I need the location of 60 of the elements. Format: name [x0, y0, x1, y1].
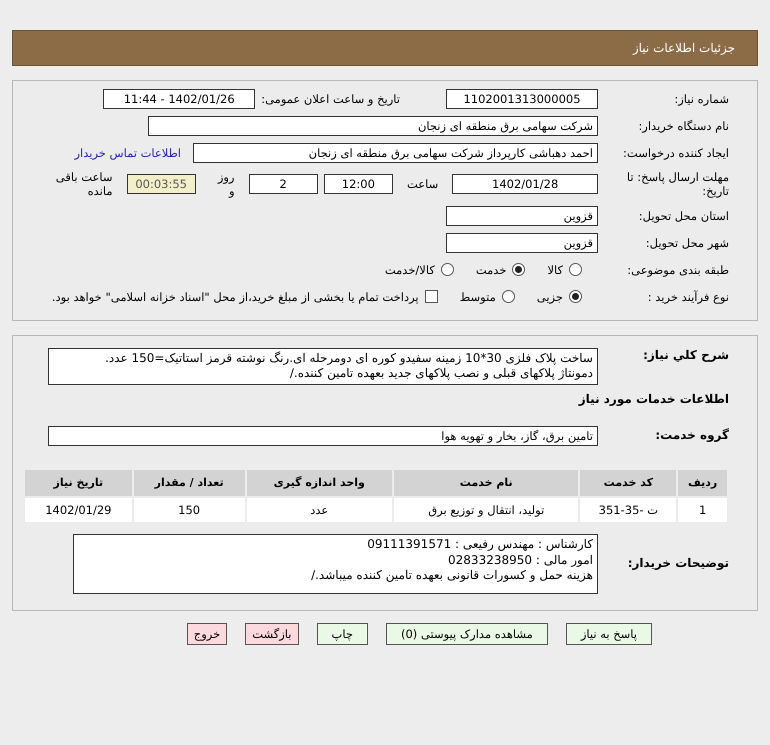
table-cell: عدد: [246, 498, 392, 522]
radio-label: جزیی: [536, 290, 563, 304]
field-label: شهر محل تحویل:: [644, 236, 729, 250]
creator-field: احمد دهباشی کارپرداز شرکت سهامی برق منطقه ای زنجان: [193, 143, 598, 163]
service-group-field: تامین برق، گاز، بخار و تهویه هوا: [48, 426, 598, 446]
deadline-date-field: 1402/01/28: [452, 174, 598, 194]
field-label: تاریخ و ساعت اعلان عمومی:: [261, 92, 400, 106]
radio-label: کالا: [547, 262, 563, 277]
action-button[interactable]: بازگشت: [245, 622, 298, 645]
field-label: روز و: [216, 170, 234, 198]
announce-date-field: 1402/01/26 - 11:44: [103, 89, 256, 109]
section-title: اطلاعات خدمات مورد نیاز: [577, 392, 729, 406]
deadline-time-field: 12:00: [324, 174, 393, 194]
checkbox-label: پرداخت تمام یا بخشی از مبلغ خرید،از محل "اسناد خزانه اسلامی" خواهد بود.: [52, 290, 419, 304]
column-header: تعداد / مقدار: [134, 470, 245, 496]
buyer-notes-text: کارشناس : مهندس رفیعی : 09111391571 امور مالی : 02833238950 هزینه حمل و کسورات قانونی بعهده تامین کننده میباشد./: [73, 534, 598, 594]
field-label: نوع فرآیند خرید :: [646, 290, 729, 304]
field-label: استان محل تحویل:: [638, 208, 729, 223]
radio-button[interactable]: [512, 263, 526, 276]
action-button[interactable]: چاپ: [316, 622, 368, 645]
action-button[interactable]: خروج: [186, 622, 228, 645]
description-text: ساخت پلاک فلزی 30*10 زمینه سفیدو کوره ای دومرحله ای.رنگ نوشته قرمز استاتیک=150 عدد. دمونتاژ پلاکهای قبلی و نصب پلاکهای جدید بعهده تامین کننده./: [48, 348, 598, 385]
action-button[interactable]: مشاهده مدارک پیوستی (0): [386, 622, 548, 645]
field-label: ایجاد کننده درخواست:: [622, 146, 729, 160]
buyer-contact-link[interactable]: اطلاعات تماس خریدار: [74, 146, 181, 160]
table-cell: 1402/01/29: [25, 498, 132, 522]
field-label: شرح کلي نیاز:: [642, 348, 729, 363]
field-label: مهلت ارسال پاسخ: تا تاریخ:: [626, 170, 729, 199]
column-header: واحد اندازه گیری: [246, 470, 392, 496]
action-button[interactable]: پاسخ به نیاز: [566, 622, 652, 645]
province-field: قزوین: [446, 206, 598, 226]
field-label: طبقه بندی موضوعی:: [626, 262, 729, 277]
buyer-field: شرکت سهامی برق منطقه ای زنجان: [148, 116, 598, 136]
column-header: ردیف: [678, 470, 727, 496]
radio-label: کالا/خدمت: [384, 262, 435, 277]
column-header: تاریخ نیاز: [25, 470, 132, 496]
table-cell: تولید، انتقال و توزیع برق: [394, 498, 578, 522]
field-label: توضیحات خریدار:: [626, 556, 729, 571]
need-number-field: 1102001313000005: [446, 89, 598, 109]
checkbox[interactable]: [424, 290, 438, 304]
radio-label: خدمت: [476, 262, 506, 277]
table-cell: 1: [678, 498, 727, 522]
field-label: ساعت باقی مانده: [54, 170, 113, 198]
column-header: نام خدمت: [394, 470, 578, 496]
radio-button[interactable]: [569, 290, 582, 304]
radio-button[interactable]: [569, 263, 582, 276]
radio-button[interactable]: [440, 263, 454, 276]
city-field: قزوین: [446, 232, 598, 253]
table-cell: ت -35-351: [580, 498, 676, 522]
field-label: شماره نیاز:: [673, 92, 729, 106]
field-label: گروه خدمت:: [654, 428, 729, 444]
field-label: ساعت: [407, 177, 438, 192]
column-header: کد خدمت: [580, 470, 676, 496]
radio-label: متوسط: [460, 290, 496, 304]
radio-button[interactable]: [502, 290, 515, 304]
days-field: 2: [248, 174, 318, 194]
field-label: نام دستگاه خریدار:: [637, 118, 729, 134]
table-cell: 150: [134, 498, 245, 522]
page-title: جزئیات اطلاعات نیاز: [632, 41, 735, 55]
remaining-time-field: 00:03:55: [126, 174, 196, 194]
